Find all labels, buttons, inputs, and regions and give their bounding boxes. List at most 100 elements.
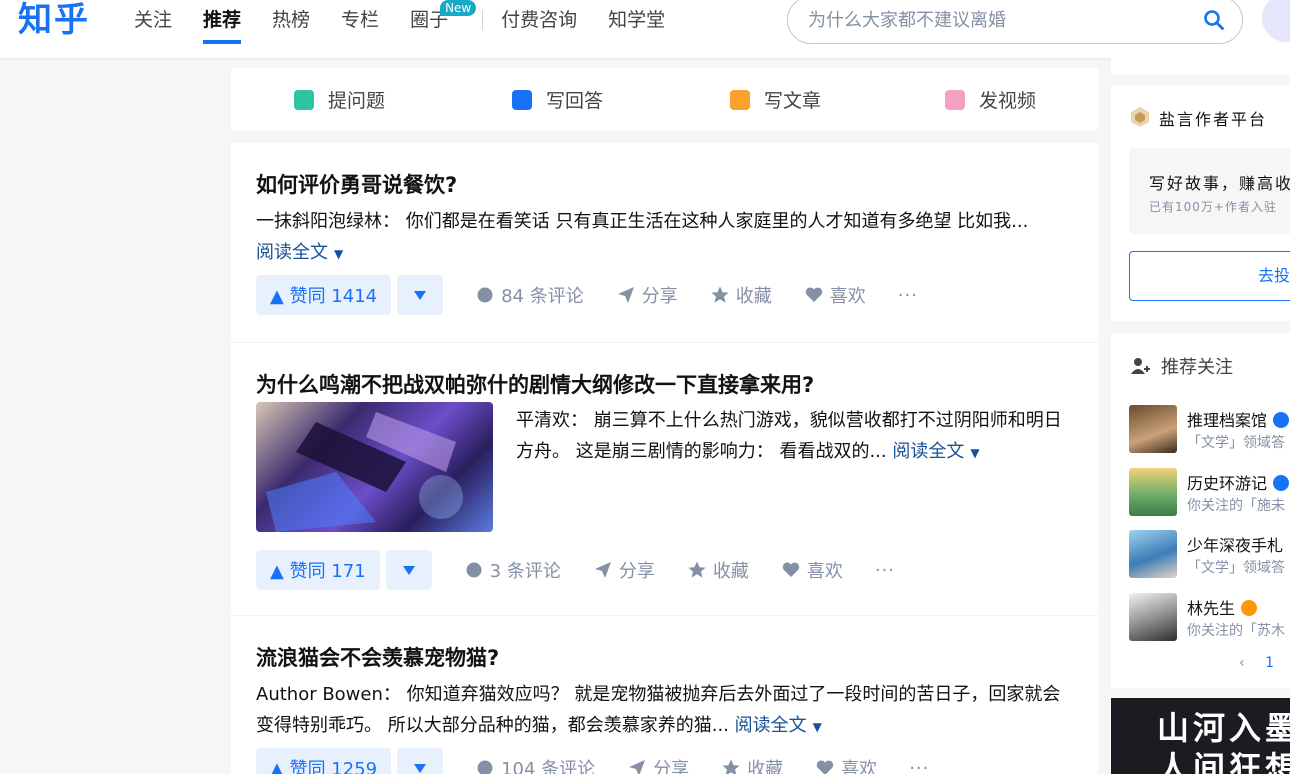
share-label: 分享 [653,759,690,774]
read-more-link[interactable]: 阅读全文 ▼ [892,441,979,462]
comment-button[interactable]: 84 条评论 [475,282,584,308]
zhihu-logo[interactable]: 知乎 [18,0,90,58]
like-label: 喜欢 [841,759,878,774]
read-more-link[interactable]: 阅读全文 ▼ [256,242,343,263]
downvote-button[interactable] [397,275,444,315]
downvote-button[interactable] [397,748,444,774]
like-label: 喜欢 [829,286,866,307]
nav-follow[interactable]: 关注 [134,0,172,44]
question-title[interactable]: 流浪猫会不会羡慕宠物猫? [256,642,499,672]
like-label: 喜欢 [806,561,843,582]
search-input[interactable] [808,7,1188,33]
comment-button[interactable]: 104 条评论 [475,755,595,774]
collect-button[interactable]: 收藏 [687,557,749,583]
comment-icon [477,760,493,774]
question-title[interactable]: 为什么鸣潮不把战双帕弥什的剧情大纲修改一下直接拿来用? [256,369,814,399]
comment-button[interactable]: 3 条评论 [464,557,561,583]
nav-hot[interactable]: 热榜 [272,0,310,44]
pager-current[interactable]: 1 [1265,655,1274,671]
new-badge: New [440,0,477,16]
nav-circle[interactable]: 圈子 New [410,0,477,44]
more-options-button[interactable]: ··· [875,560,895,581]
creator-promo[interactable]: 写好故事，赚高收 已有100万+作者入驻 [1129,148,1290,234]
answer-excerpt[interactable]: 一抹斜阳泡绿林： 你们都是在看笑话 只有真正生活在这种人家庭里的人才知道有多绝望… [256,206,1076,270]
sidebar-card-top [1111,46,1290,74]
answer-thumbnail[interactable] [256,402,493,532]
read-more-label: 阅读全文 [734,715,807,736]
verified-icon [1273,475,1290,491]
share-label: 分享 [641,286,678,307]
read-more-link[interactable]: 阅读全文 ▼ [735,715,822,736]
star-icon [711,286,729,303]
action-bar: ▲ 赞同 171 3 条评论 分享 收藏 喜欢 ··· [256,550,895,590]
upvote-button[interactable]: ▲ 赞同 1259 [256,748,392,774]
answer-excerpt[interactable]: Author Bowen： 你知道弃猫效应吗？ 就是宠物猫被抛弃后去外面过了一段… [256,679,1076,743]
question-title[interactable]: 如何评价勇哥说餐饮? [256,169,457,199]
ad-text-line-2: 人间狂想 [1157,749,1290,774]
share-label: 分享 [618,561,655,582]
write-article-button[interactable]: 写文章 [730,86,821,113]
like-button[interactable]: 喜欢 [815,755,877,774]
nav-recommend[interactable]: 推荐 [203,0,242,44]
heart-icon [817,760,834,774]
nav-column[interactable]: 专栏 [341,0,379,44]
nav-paid-consult[interactable]: 付费咨询 [501,0,577,44]
avatar[interactable] [1129,405,1177,453]
user-desc: 「文学」领域答 [1187,560,1285,576]
collect-button[interactable]: 收藏 [721,755,783,774]
answer-author: 平清欢： [516,410,588,431]
like-button[interactable]: 喜欢 [804,282,866,308]
upvote-button[interactable]: ▲ 赞同 171 [256,550,380,590]
user-name[interactable]: 历史环游记 [1187,470,1290,494]
collect-label: 收藏 [735,286,772,307]
search-icon[interactable] [1202,8,1226,32]
sidebar-ad-banner[interactable]: 山河入墨 人间狂想 [1111,698,1290,774]
recommend-user[interactable]: 少年深夜手札 「文学」领域答 [1129,530,1290,578]
star-icon [688,561,706,578]
collect-button[interactable]: 收藏 [710,282,772,308]
like-button[interactable]: 喜欢 [781,557,843,583]
recommend-user[interactable]: 推理档案馆 「文学」领域答 [1129,405,1290,453]
user-name[interactable]: 推理档案馆 [1187,407,1290,431]
write-answer-button[interactable]: 写回答 [512,86,603,113]
top-header: 知乎 关注 推荐 热榜 专栏 圈子 New 付费咨询 知学堂 [0,0,1290,58]
avatar[interactable] [1129,468,1177,516]
feed-item: 为什么鸣潮不把战双帕弥什的剧情大纲修改一下直接拿来用? 平清欢： 崩三算不上什么… [231,343,1098,616]
avatar[interactable] [1129,593,1177,641]
submit-button[interactable]: 去投 [1129,251,1290,301]
triangle-down-icon [402,566,415,575]
recommend-title: 推荐关注 [1161,357,1233,378]
write-article-label: 写文章 [764,90,822,112]
user-name[interactable]: 少年深夜手札 [1187,532,1283,556]
avatar[interactable] [1129,530,1177,578]
ad-text-line-1: 山河入墨 [1157,709,1290,747]
more-options-button[interactable]: ··· [909,758,929,774]
share-button[interactable]: 分享 [616,282,678,308]
thumbnail-art [266,412,463,532]
promo-subtitle: 已有100万+作者入驻 [1149,200,1277,214]
paper-plane-icon [617,287,634,303]
search-box [787,0,1243,44]
pager-prev-button[interactable]: ‹ [1239,655,1245,671]
more-options-button[interactable]: ··· [898,285,918,306]
recommend-user[interactable]: 历史环游记 你关注的「施未 [1129,468,1290,516]
excerpt-text: 你们都是在看笑话 只有真正生活在这种人家庭里的人才知道有多绝望 比如我... [405,211,1029,232]
ask-question-button[interactable]: 提问题 [294,86,385,113]
user-name[interactable]: 林先生 [1187,595,1258,619]
comment-count: 84 条评论 [501,286,584,307]
downvote-button[interactable] [385,550,432,590]
creator-platform-title: 盐言作者平台 [1159,110,1268,129]
nav-zhixuetang[interactable]: 知学堂 [608,0,665,44]
recommend-user[interactable]: 林先生 你关注的「苏木 [1129,593,1290,641]
share-button[interactable]: 分享 [593,557,655,583]
add-user-icon [1131,358,1150,374]
verified-icon [1273,412,1290,428]
answer-excerpt[interactable]: 平清欢： 崩三算不上什么热门游戏，貌似营收都打不过阴阳师和明日方舟。 这是崩三剧… [516,405,1076,469]
paper-plane-icon [594,562,611,578]
post-video-button[interactable]: 发视频 [945,86,1036,113]
upvote-button[interactable]: ▲ 赞同 1414 [256,275,392,315]
share-button[interactable]: 分享 [627,755,689,774]
read-more-label: 阅读全文 [256,242,328,263]
user-avatar[interactable] [1262,0,1290,42]
collect-label: 收藏 [747,759,784,774]
